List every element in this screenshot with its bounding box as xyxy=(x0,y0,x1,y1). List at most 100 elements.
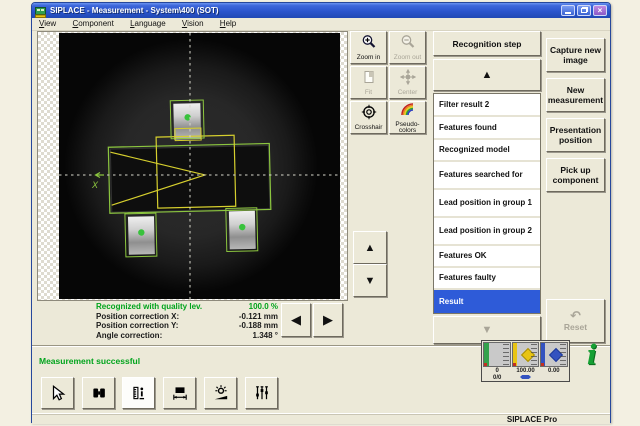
recognition-overlay: X xyxy=(59,33,340,299)
x-axis-label: X xyxy=(91,180,99,190)
fit-page-icon xyxy=(361,69,377,90)
menu-language[interactable]: Language xyxy=(123,18,173,30)
measurement-results: Recognized with quality lev.100.0 % Posi… xyxy=(96,302,278,340)
window-controls: × xyxy=(561,5,607,16)
minimize-button[interactable] xyxy=(561,5,575,16)
down-triangle-icon: ▼ xyxy=(482,324,493,336)
window-title: SIPLACE - Measurement - System\400 (SOT) xyxy=(50,6,219,15)
gauge-ticks xyxy=(560,344,566,366)
yellow-bar xyxy=(513,343,517,366)
measure-tool-button[interactable] xyxy=(122,377,155,409)
measurement-status-message: Measurement successful xyxy=(39,356,140,366)
step-list-up-button[interactable]: ▲ xyxy=(433,59,541,91)
menu-component[interactable]: Component xyxy=(65,18,120,30)
restore-icon xyxy=(581,8,587,13)
info-icon[interactable]: i xyxy=(579,340,605,380)
menu-vision[interactable]: Vision xyxy=(175,18,211,30)
zoom-in-button[interactable]: Zoom in xyxy=(350,31,387,64)
presentation-position-button[interactable]: Presentation position xyxy=(546,118,605,152)
component-icon xyxy=(90,384,108,402)
crosshair-label: Crosshair xyxy=(355,125,383,132)
app-window: SIPLACE - Measurement - System\400 (SOT)… xyxy=(31,2,611,423)
center-button[interactable]: Center xyxy=(389,66,426,99)
zoom-in-icon xyxy=(361,34,377,55)
reset-button[interactable]: ↶ Reset xyxy=(546,299,605,343)
recognition-step-list: Filter result 2 Features found Recognize… xyxy=(433,93,541,314)
menubar: View Component Language Vision Help xyxy=(32,18,610,31)
left-triangle-icon: ◀ xyxy=(291,312,301,328)
component-tool-button[interactable] xyxy=(82,377,115,409)
titlebar[interactable]: SIPLACE - Measurement - System\400 (SOT)… xyxy=(32,3,610,18)
adjust-sliders-tool-button[interactable] xyxy=(245,377,278,409)
pick-up-component-button[interactable]: Pick up component xyxy=(546,158,605,192)
crosshair-target-icon xyxy=(361,104,377,125)
statusbar: SIPLACE Pro xyxy=(32,413,610,424)
up-triangle-icon: ▲ xyxy=(365,242,376,254)
reset-label: Reset xyxy=(564,322,587,332)
close-icon: × xyxy=(598,6,603,15)
pseudo-colors-button[interactable]: Pseudo-colors xyxy=(389,101,426,134)
crosshair-button[interactable]: Crosshair xyxy=(350,101,387,134)
restore-button[interactable] xyxy=(577,5,591,16)
step-item-features-ok[interactable]: Features OK xyxy=(434,246,540,268)
correction-y-row: Position correction Y:-0.188 mm xyxy=(96,321,278,331)
illumination-tool-button[interactable] xyxy=(204,377,237,409)
fit-button[interactable]: Fit xyxy=(350,66,387,99)
lead-top xyxy=(173,103,201,140)
gauge-ticks xyxy=(531,344,537,366)
minimize-icon xyxy=(565,12,571,14)
capture-new-image-button[interactable]: Capture new image xyxy=(546,38,605,72)
measure-info-icon xyxy=(130,384,148,402)
previous-result-button[interactable]: ◀ xyxy=(281,303,311,337)
step-item-recognized-model[interactable]: Recognized model xyxy=(434,140,540,162)
quality-row: Recognized with quality lev.100.0 % xyxy=(96,302,278,312)
adjust-sliders-icon xyxy=(253,384,271,402)
zoom-in-label: Zoom in xyxy=(357,55,380,62)
step-item-result[interactable]: Result xyxy=(434,290,540,313)
angle-row: Angle correction:1.348 ° xyxy=(96,331,278,341)
app-icon xyxy=(35,5,46,16)
slider-mini-icon xyxy=(520,375,531,379)
statusbar-product-label: SIPLACE Pro xyxy=(462,414,602,425)
green-bar xyxy=(484,343,489,366)
zoom-out-label: Zoom out xyxy=(394,55,421,62)
step-item-lead-group-2[interactable]: Lead position in group 2 xyxy=(434,218,540,246)
recognition-step-header: Recognition step xyxy=(433,31,541,56)
new-measurement-button[interactable]: New measurement xyxy=(546,78,605,112)
illumination-icon xyxy=(212,384,230,402)
undo-icon: ↶ xyxy=(570,310,581,322)
component-width-tool-button[interactable] xyxy=(163,377,196,409)
pseudo-colors-label: Pseudo-colors xyxy=(390,122,425,135)
camera-image[interactable]: X xyxy=(59,33,340,299)
gauge-values: 0100.000.00 xyxy=(483,367,568,375)
up-triangle-icon: ▲ xyxy=(482,69,493,81)
component-width-icon xyxy=(171,384,189,402)
gauge-offset xyxy=(540,342,568,367)
gauge-count xyxy=(483,342,511,367)
center-arrows-icon xyxy=(400,69,416,90)
step-item-features-found[interactable]: Features found xyxy=(434,117,540,140)
step-item-features-faulty[interactable]: Features faulty xyxy=(434,268,540,290)
fit-label: Fit xyxy=(365,90,372,97)
down-triangle-icon: ▼ xyxy=(365,275,376,287)
blue-bar xyxy=(541,343,545,366)
rainbow-icon xyxy=(400,101,416,122)
gauge-subvalues: 0/0 xyxy=(483,375,568,382)
menu-help[interactable]: Help xyxy=(213,18,243,30)
step-item-lead-group-1[interactable]: Lead position in group 1 xyxy=(434,190,540,218)
center-label: Center xyxy=(398,90,418,97)
correction-x-row: Position correction X:-0.121 mm xyxy=(96,312,278,322)
right-triangle-icon: ▶ xyxy=(323,312,333,328)
step-item-features-searched[interactable]: Features searched for xyxy=(434,162,540,190)
menu-view[interactable]: View xyxy=(32,18,63,30)
step-down-button[interactable]: ▼ xyxy=(353,264,387,297)
pointer-tool-button[interactable] xyxy=(41,377,74,409)
zoom-out-button[interactable]: Zoom out xyxy=(389,31,426,64)
zoom-out-icon xyxy=(400,34,416,55)
step-item-filter-result[interactable]: Filter result 2 xyxy=(434,94,540,117)
gauge-ticks xyxy=(503,344,509,366)
gauge-panel: 0100.000.00 0/0 xyxy=(481,340,570,382)
close-button[interactable]: × xyxy=(593,5,607,16)
step-up-button[interactable]: ▲ xyxy=(353,231,387,264)
next-result-button[interactable]: ▶ xyxy=(313,303,343,337)
